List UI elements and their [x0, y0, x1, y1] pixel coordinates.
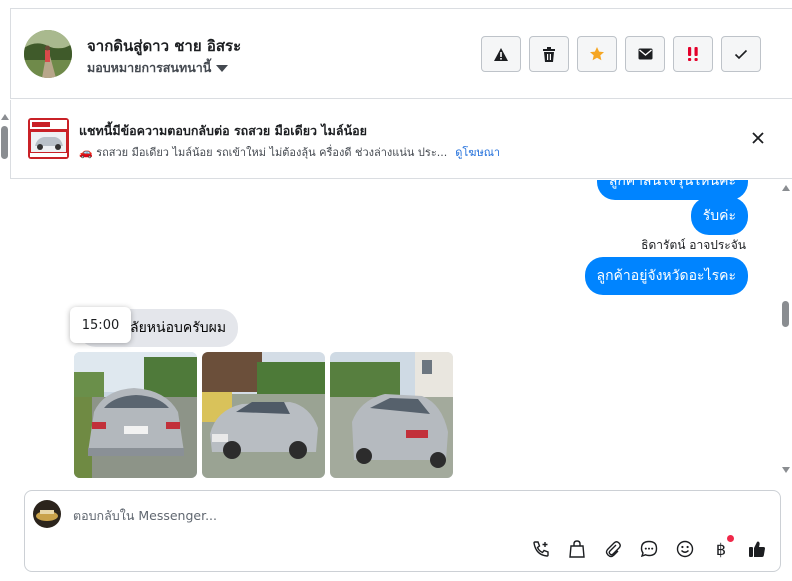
thumbs-up-icon[interactable] [746, 538, 768, 560]
ad-context-banner: แชทนี้มีข้อความตอบกลับต่อ รถสวย มือเดียว… [10, 100, 792, 179]
contact-name: จากดินสู่ดาว ชาย อิสระ [87, 37, 242, 55]
checkmark-icon [734, 49, 748, 59]
timestamp-tooltip: 15:00 [70, 307, 131, 343]
call-add-icon[interactable] [530, 538, 552, 560]
ad-banner-title: แชทนี้มีข้อความตอบกลับต่อ รถสวย มือเดียว… [79, 123, 367, 138]
scroll-up-arrow-icon[interactable] [1, 114, 9, 120]
trash-icon [543, 46, 555, 62]
conversation-header: จากดินสู่ดาว ชาย อิสระ มอบหมายการสนทนานี… [10, 8, 792, 99]
reply-input[interactable] [73, 505, 493, 525]
notification-dot [727, 535, 734, 542]
assign-label: มอบหมายการสนทนานี้ [87, 60, 212, 75]
outgoing-message[interactable]: รับค่ะ [690, 197, 748, 235]
message-thread[interactable]: ลูกค้าสนใจรุ่นไหนคะ รับค่ะ ธิดารัตน์ อาจ… [10, 180, 792, 480]
shopping-bag-icon[interactable] [566, 538, 588, 560]
inbox-conversation: จากดินสู่ดาว ชาย อิสระ มอบหมายการสนทนานี… [0, 0, 792, 581]
composer-toolbar: ฿ [530, 535, 768, 560]
double-exclamation-icon [688, 47, 698, 61]
page-scrollbar[interactable] [0, 110, 10, 581]
star-icon [590, 47, 604, 61]
smiley-icon[interactable] [674, 538, 696, 560]
paperclip-icon[interactable] [602, 538, 624, 560]
car-photo[interactable] [330, 352, 453, 478]
car-photo[interactable] [202, 352, 325, 478]
baht-symbol: ฿ [715, 539, 727, 559]
photo-attachments [74, 352, 453, 478]
scroll-thumb[interactable] [1, 126, 8, 159]
reply-composer: ฿ [24, 490, 781, 572]
ad-banner-description: 🚗 รถสวย มือเดียว ไมล์น้อย รถเข้าใหม่ ไม่… [79, 146, 448, 159]
message-scrollbar[interactable] [780, 180, 792, 480]
ad-banner-description-row: 🚗 รถสวย มือเดียว ไมล์น้อย รถเข้าใหม่ ไม่… [79, 143, 500, 161]
report-spam-button[interactable] [481, 36, 521, 72]
mark-done-button[interactable] [721, 36, 761, 72]
outgoing-message[interactable]: ลูกค้าอยู่จังหวัดอะไรคะ [584, 257, 748, 295]
scroll-up-arrow-icon[interactable] [782, 185, 790, 191]
assign-conversation-dropdown[interactable]: มอบหมายการสนทนานี้ [87, 58, 229, 78]
follow-up-button[interactable] [673, 36, 713, 72]
envelope-icon [638, 48, 652, 60]
mark-unread-button[interactable] [625, 36, 665, 72]
caret-down-icon [216, 64, 229, 72]
warning-triangle-icon [494, 47, 508, 61]
page-avatar [33, 500, 61, 528]
delete-button[interactable] [529, 36, 569, 72]
view-ad-link[interactable]: ดูโฆษณา [455, 143, 500, 161]
conversation-actions [481, 36, 761, 72]
car-photo[interactable] [74, 352, 197, 478]
star-button[interactable] [577, 36, 617, 72]
chat-bubble-icon[interactable] [638, 538, 660, 560]
contact-avatar[interactable] [24, 30, 72, 78]
ad-thumbnail[interactable] [28, 118, 69, 159]
close-icon[interactable] [750, 130, 766, 146]
sender-name: ธิดารัตน์ อาจประจัน [641, 238, 746, 252]
scroll-thumb[interactable] [782, 301, 789, 327]
baht-icon[interactable]: ฿ [710, 535, 734, 560]
scroll-down-arrow-icon[interactable] [782, 467, 790, 473]
